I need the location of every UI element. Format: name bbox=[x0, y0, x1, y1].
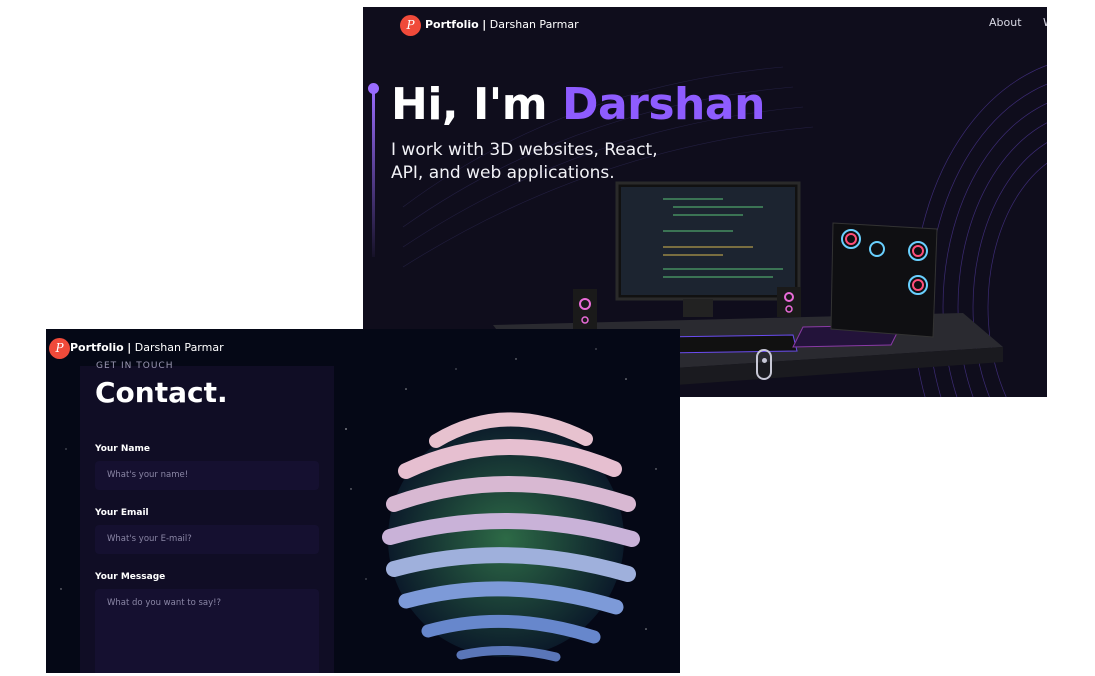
brand-owner: Darshan Parmar bbox=[134, 341, 224, 354]
nav-link-about[interactable]: About bbox=[989, 16, 1022, 29]
logo-icon[interactable]: P bbox=[49, 338, 70, 359]
contact-screenshot: P Portfolio | Darshan Parmar GET IN TOUC… bbox=[46, 329, 680, 673]
contact-form: GET IN TOUCH Contact. Your Name What's y… bbox=[80, 361, 334, 673]
message-label: Your Message bbox=[95, 572, 166, 582]
brand-name[interactable]: Portfolio | Darshan Parmar bbox=[70, 341, 224, 354]
section-eyebrow: GET IN TOUCH bbox=[96, 361, 174, 371]
name-input[interactable]: What's your name! bbox=[95, 461, 319, 490]
brand-bold: Portfolio bbox=[425, 18, 479, 31]
name-label: Your Name bbox=[95, 444, 150, 454]
hero-title-prefix: Hi, I'm bbox=[391, 79, 562, 130]
brand-name[interactable]: Portfolio | Darshan Parmar bbox=[425, 18, 579, 31]
message-textarea[interactable]: What do you want to say!? bbox=[95, 589, 319, 673]
logo-icon[interactable]: P bbox=[400, 15, 421, 36]
nav-link-work[interactable]: W bbox=[1043, 16, 1047, 29]
hero-subtitle: I work with 3D websites, React, API, and… bbox=[391, 140, 658, 183]
hero-title-name: Darshan bbox=[561, 79, 765, 130]
email-label: Your Email bbox=[95, 508, 149, 518]
brand-separator: | bbox=[127, 341, 132, 354]
hero-accent-line bbox=[372, 87, 375, 257]
brand-bold: Portfolio bbox=[70, 341, 124, 354]
globe-icon bbox=[382, 412, 640, 662]
section-title: Contact. bbox=[95, 376, 228, 409]
scroll-ball bbox=[762, 358, 767, 363]
hero-title: Hi, I'm Darshan bbox=[391, 79, 765, 130]
top-navbar: P Portfolio | Darshan Parmar About W bbox=[363, 7, 1047, 43]
brand-owner: Darshan Parmar bbox=[489, 18, 579, 31]
scroll-down-indicator[interactable] bbox=[756, 349, 772, 380]
brand-separator: | bbox=[482, 18, 487, 31]
email-input[interactable]: What's your E-mail? bbox=[95, 525, 319, 554]
